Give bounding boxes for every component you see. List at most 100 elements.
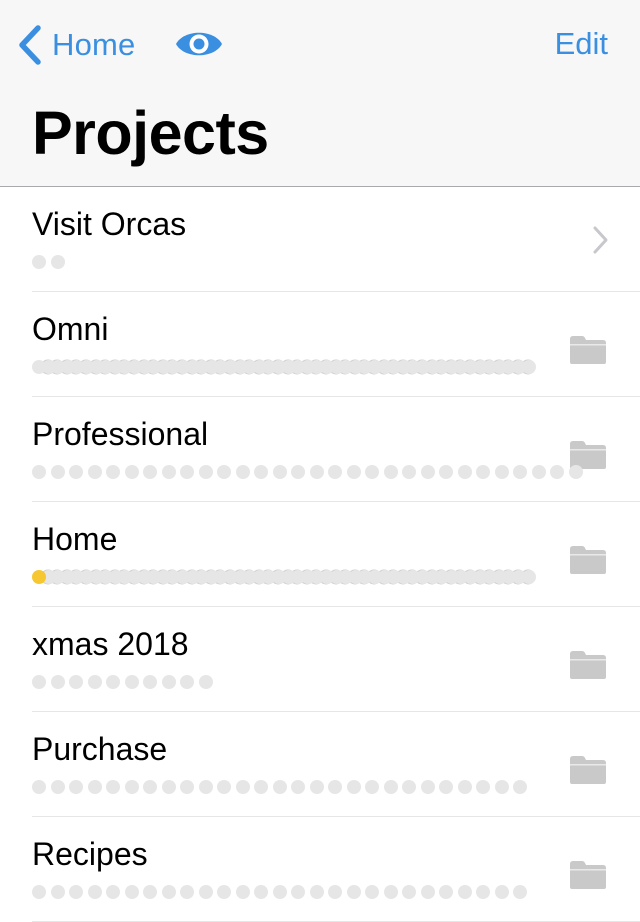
project-row[interactable]: Visit Orcas	[0, 187, 640, 292]
task-dot	[124, 780, 139, 794]
task-dot	[476, 465, 490, 479]
task-dot	[50, 255, 65, 269]
task-dot	[476, 885, 490, 899]
folder-icon	[570, 336, 606, 364]
task-dot	[143, 885, 157, 899]
task-dot	[217, 885, 231, 899]
task-dot	[439, 465, 453, 479]
task-dot	[402, 780, 416, 794]
task-dot	[291, 780, 305, 794]
task-dot	[32, 360, 46, 374]
back-button[interactable]: Home	[16, 22, 136, 68]
eye-icon[interactable]	[174, 26, 224, 62]
task-dot	[106, 465, 120, 479]
edit-button[interactable]: Edit	[555, 26, 608, 62]
task-dot	[531, 465, 546, 479]
folder-icon	[570, 651, 606, 679]
task-dot	[32, 885, 46, 899]
task-dot	[457, 885, 472, 899]
project-name: Professional	[32, 416, 209, 452]
task-dot	[217, 465, 231, 479]
task-dot	[180, 675, 194, 689]
task-dot	[69, 780, 83, 794]
task-dot	[346, 780, 361, 794]
task-dot	[365, 885, 379, 899]
back-button-label: Home	[52, 27, 136, 62]
task-dot	[32, 780, 46, 794]
task-dot	[106, 885, 120, 899]
chevron-right-icon	[593, 226, 608, 254]
task-dot	[328, 465, 342, 479]
task-dot	[87, 465, 102, 479]
task-dot	[254, 465, 268, 479]
task-dot	[180, 780, 194, 794]
task-dot	[383, 885, 398, 899]
task-dot	[161, 465, 176, 479]
project-name: Purchase	[32, 731, 168, 767]
task-dot	[198, 465, 213, 479]
task-dot	[217, 780, 231, 794]
task-dot	[365, 780, 379, 794]
task-dot	[32, 675, 46, 689]
task-dot	[124, 885, 139, 899]
project-row[interactable]: Purchase	[0, 712, 640, 817]
folder-icon	[570, 861, 606, 889]
project-row[interactable]: Omni	[0, 292, 640, 397]
task-dot	[272, 885, 287, 899]
task-dot	[568, 465, 583, 479]
task-dot	[365, 465, 379, 479]
project-list: Visit Orcas Omni Professional Home xmas 2018…	[0, 187, 640, 922]
task-dot	[124, 675, 139, 689]
chevron-left-icon	[19, 25, 41, 65]
project-name: Visit Orcas	[32, 206, 187, 242]
task-dot	[494, 465, 509, 479]
task-dot	[50, 465, 65, 479]
task-dot	[383, 780, 398, 794]
task-dot	[291, 885, 305, 899]
task-dot	[87, 675, 102, 689]
task-dot	[309, 780, 324, 794]
task-dot	[513, 885, 527, 899]
task-dot	[143, 675, 157, 689]
task-dot	[457, 465, 472, 479]
task-dot	[383, 465, 398, 479]
task-dot	[198, 885, 213, 899]
task-dot	[272, 780, 287, 794]
task-dot	[161, 675, 176, 689]
task-dot	[254, 885, 268, 899]
task-dot	[439, 885, 453, 899]
project-row[interactable]: xmas 2018	[0, 607, 640, 712]
task-dot	[32, 465, 46, 479]
task-dot	[457, 780, 472, 794]
task-dot	[69, 885, 83, 899]
task-dot	[161, 780, 176, 794]
task-dot	[69, 675, 83, 689]
task-dot	[494, 885, 509, 899]
task-dot	[124, 465, 139, 479]
navigation-bar: Home Edit Projects	[0, 0, 640, 187]
task-dot	[143, 780, 157, 794]
task-dot	[198, 675, 213, 689]
task-dot	[50, 885, 65, 899]
task-dot	[420, 780, 435, 794]
task-dot	[180, 885, 194, 899]
task-dot	[328, 780, 342, 794]
task-dot	[32, 255, 46, 269]
task-dot	[87, 885, 102, 899]
task-dot	[87, 780, 102, 794]
task-dot	[161, 885, 176, 899]
task-dot	[50, 780, 65, 794]
project-row[interactable]: Professional	[0, 397, 640, 502]
page-title: Projects	[32, 99, 269, 167]
task-dot	[420, 465, 435, 479]
task-dot	[291, 465, 305, 479]
task-dot	[402, 465, 416, 479]
folder-icon	[570, 546, 606, 574]
project-row[interactable]: Home	[0, 502, 640, 607]
task-dot	[106, 675, 120, 689]
task-dot	[494, 780, 509, 794]
project-row[interactable]: Recipes	[0, 817, 640, 922]
task-dot	[550, 465, 564, 479]
task-dot	[106, 780, 120, 794]
task-dot	[180, 465, 194, 479]
